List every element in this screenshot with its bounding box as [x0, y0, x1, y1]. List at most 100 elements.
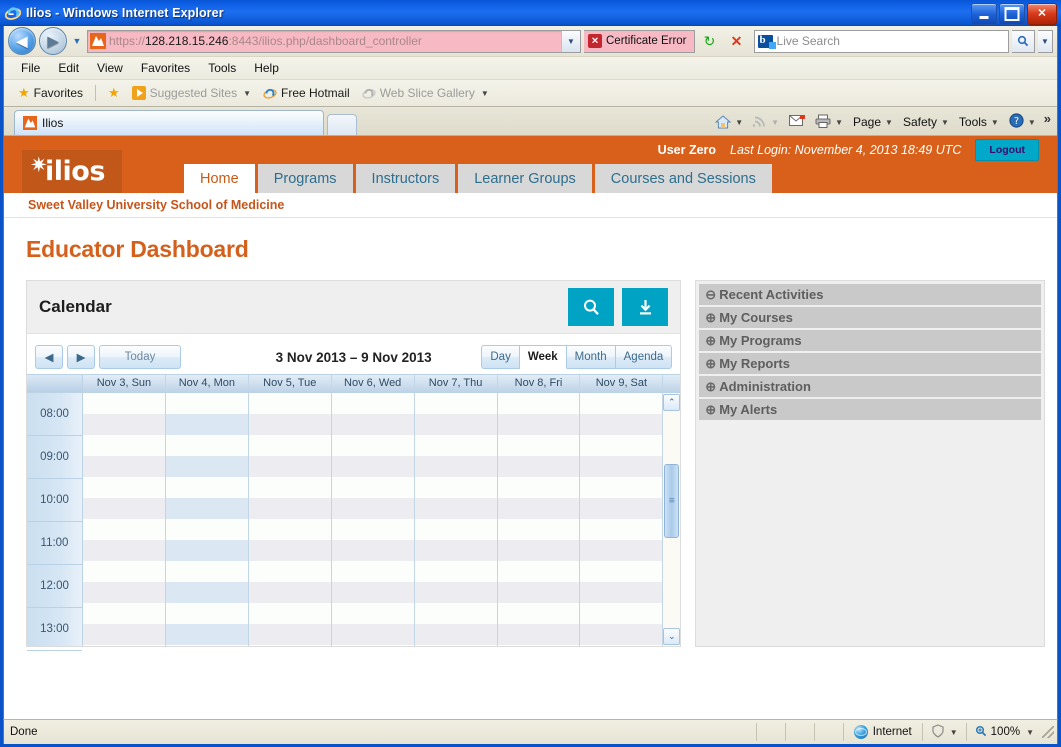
calendar-slot[interactable] — [580, 519, 663, 540]
calendar-slot[interactable] — [497, 393, 580, 414]
sidebar-item-recent-activities[interactable]: ⊖ Recent Activities — [699, 284, 1041, 305]
address-dropdown-button[interactable]: ▼ — [561, 30, 580, 52]
certificate-error-button[interactable]: Certificate Error — [584, 29, 695, 53]
calendar-slot[interactable] — [165, 519, 248, 540]
calendar-slot[interactable] — [580, 582, 663, 603]
calendar-slot[interactable] — [83, 498, 165, 519]
calendar-slot[interactable] — [497, 435, 580, 456]
search-go-button[interactable] — [1012, 29, 1035, 53]
calendar-slot[interactable] — [580, 603, 663, 624]
calendar-download-button[interactable] — [622, 288, 669, 326]
calendar-slot[interactable] — [414, 624, 497, 645]
calendar-slot[interactable] — [497, 414, 580, 435]
forward-button[interactable]: ▶ — [39, 27, 67, 55]
protected-mode-indicator[interactable]: ▼ — [923, 723, 966, 741]
menu-view[interactable]: View — [88, 59, 132, 77]
calendar-slot[interactable] — [165, 603, 248, 624]
calendar-day-header[interactable]: Nov 4, Mon — [165, 375, 249, 392]
calendar-slot[interactable] — [248, 414, 331, 435]
calendar-day-header[interactable]: Nov 9, Sat — [580, 375, 664, 392]
menu-edit[interactable]: Edit — [49, 59, 88, 77]
calendar-slot[interactable] — [497, 456, 580, 477]
calendar-slot[interactable] — [83, 603, 165, 624]
calendar-slot[interactable] — [248, 561, 331, 582]
calendar-day-column[interactable] — [414, 393, 498, 646]
calendar-slot[interactable] — [165, 414, 248, 435]
address-bar[interactable]: https://128.218.15.246:8443/ilios.php/da… — [87, 29, 581, 53]
calendar-slot[interactable] — [83, 519, 165, 540]
calendar-slot[interactable] — [331, 603, 414, 624]
calendar-slot[interactable] — [165, 477, 248, 498]
calendar-slot[interactable] — [580, 393, 663, 414]
calendar-slot[interactable] — [331, 561, 414, 582]
command-bar-overflow-button[interactable]: » — [1044, 111, 1051, 126]
read-mail-button[interactable] — [785, 113, 809, 132]
sidebar-item-administration[interactable]: ⊕ Administration — [699, 376, 1041, 397]
menu-help[interactable]: Help — [245, 59, 288, 77]
nav-tab-instructors[interactable]: Instructors — [355, 164, 456, 193]
calendar-slot[interactable] — [580, 561, 663, 582]
close-button[interactable]: ✕ — [1027, 3, 1057, 25]
scroll-down-button[interactable]: ⌄ — [663, 628, 681, 645]
calendar-slot[interactable] — [83, 561, 165, 582]
calendar-slot[interactable] — [165, 393, 248, 414]
calendar-slot[interactable] — [165, 456, 248, 477]
calendar-slot[interactable] — [497, 498, 580, 519]
calendar-slot[interactable] — [83, 540, 165, 561]
calendar-slot[interactable] — [248, 540, 331, 561]
calendar-slot[interactable] — [248, 435, 331, 456]
calendar-slot[interactable] — [414, 603, 497, 624]
calendar-day-header[interactable]: Nov 5, Tue — [248, 375, 332, 392]
calendar-day-header[interactable]: Nov 7, Thu — [414, 375, 498, 392]
stop-button[interactable]: ✕ — [725, 29, 749, 53]
calendar-slot[interactable] — [165, 435, 248, 456]
calendar-day-column[interactable] — [83, 393, 166, 646]
calendar-slot[interactable] — [580, 498, 663, 519]
nav-tab-learner-groups[interactable]: Learner Groups — [458, 164, 592, 193]
minimize-button[interactable] — [971, 3, 997, 25]
add-to-favorites-bar-button[interactable]: ★ — [102, 83, 126, 103]
calendar-slot[interactable] — [248, 519, 331, 540]
calendar-slot[interactable] — [248, 477, 331, 498]
feeds-button[interactable]: ▼ — [749, 112, 783, 133]
calendar-slot[interactable] — [165, 624, 248, 645]
menu-tools[interactable]: Tools — [199, 59, 245, 77]
sidebar-item-my-alerts[interactable]: ⊕ My Alerts — [699, 399, 1041, 420]
calendar-slot[interactable] — [165, 582, 248, 603]
sidebar-item-my-courses[interactable]: ⊕ My Courses — [699, 307, 1041, 328]
calendar-prev-button[interactable]: ◀ — [35, 345, 63, 369]
logout-button[interactable]: Logout — [975, 138, 1039, 161]
calendar-slot[interactable] — [331, 393, 414, 414]
calendar-slot[interactable] — [580, 456, 663, 477]
calendar-slot[interactable] — [248, 624, 331, 645]
calendar-slot[interactable] — [331, 477, 414, 498]
nav-tab-courses-and-sessions[interactable]: Courses and Sessions — [594, 164, 772, 193]
calendar-slot[interactable] — [414, 393, 497, 414]
calendar-slot[interactable] — [414, 519, 497, 540]
calendar-next-button[interactable]: ▶ — [67, 345, 95, 369]
menu-favorites[interactable]: Favorites — [132, 59, 199, 77]
calendar-slot[interactable] — [83, 582, 165, 603]
favorites-item-web-slice-gallery[interactable]: Web Slice Gallery ▼ — [356, 84, 495, 102]
calendar-view-month[interactable]: Month — [566, 345, 616, 369]
calendar-slot[interactable] — [497, 603, 580, 624]
calendar-slot[interactable] — [248, 393, 331, 414]
calendar-slot[interactable] — [414, 561, 497, 582]
home-button[interactable]: ▼ — [711, 113, 747, 131]
security-zone[interactable]: Internet — [844, 725, 922, 739]
calendar-slot[interactable] — [414, 414, 497, 435]
tools-menu-button[interactable]: Tools ▼ — [955, 113, 1003, 131]
sidebar-item-my-reports[interactable]: ⊕ My Reports — [699, 353, 1041, 374]
calendar-day-column[interactable] — [497, 393, 581, 646]
calendar-slot[interactable] — [83, 414, 165, 435]
calendar-slot[interactable] — [248, 582, 331, 603]
calendar-slot[interactable] — [414, 435, 497, 456]
calendar-slot[interactable] — [331, 498, 414, 519]
calendar-slot[interactable] — [497, 561, 580, 582]
calendar-slot[interactable] — [580, 477, 663, 498]
calendar-slot[interactable] — [414, 582, 497, 603]
calendar-slot[interactable] — [497, 477, 580, 498]
tab-ilios[interactable]: Ilios — [14, 110, 324, 135]
calendar-slot[interactable] — [414, 456, 497, 477]
calendar-slot[interactable] — [580, 414, 663, 435]
